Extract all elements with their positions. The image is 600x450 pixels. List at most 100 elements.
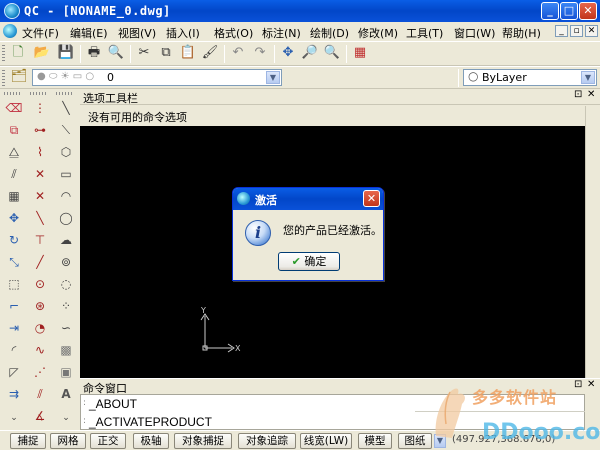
spline-icon[interactable]: ∿ [31,341,49,359]
print-preview-icon[interactable]: 🔍 [106,43,126,63]
redo-icon[interactable]: ↷ [250,43,270,63]
extend-icon[interactable]: ⇥ [5,319,23,337]
xline-icon[interactable]: ⊶ [31,121,49,139]
offset-icon[interactable]: ⫽ [5,165,23,183]
ortho-toggle[interactable]: 正交 [90,433,126,449]
grid-toggle[interactable]: 网格 [50,433,86,449]
snap-toggle[interactable]: 捕捉 [10,433,46,449]
rectangle-icon[interactable]: ▭ [57,165,75,183]
chevron-down-icon[interactable]: ⌄ [57,409,75,427]
mdi-restore-button[interactable]: ▫ [570,25,583,37]
construction-icon[interactable]: ⊤ [31,231,49,249]
menu-help[interactable]: 帮助(H) [502,25,541,41]
document-icon[interactable] [3,24,17,38]
menu-insert[interactable]: 插入(I) [166,25,200,41]
construction-line-icon[interactable]: ⟍ [57,121,75,139]
polar-toggle[interactable]: 极轴 [133,433,169,449]
paste-icon[interactable]: 📋 [178,43,198,63]
toolbar-grip[interactable] [56,92,74,95]
menu-modify[interactable]: 修改(M) [358,25,398,41]
dialog-title-bar[interactable]: 激活 ✕ [233,188,383,210]
erase-icon[interactable]: ⌫ [5,99,23,117]
app-icon[interactable] [4,3,20,19]
new-file-icon[interactable]: 🗋 [8,43,28,63]
toolbar-grip[interactable] [2,70,5,86]
trim-icon[interactable]: ⌐ [5,297,23,315]
mdi-minimize-button[interactable]: _ [555,25,568,37]
revcloud-icon[interactable]: ☁ [57,231,75,249]
minimize-button[interactable]: _ [541,2,559,20]
open-folder-icon[interactable]: 📂 [32,43,52,63]
menu-tools[interactable]: 工具(T) [406,25,443,41]
panel-close-icon[interactable]: ✕ [587,89,595,100]
chevron-down-icon[interactable]: ⌄ [5,409,23,427]
maximize-button[interactable]: □ [560,2,578,20]
fillet-icon[interactable]: ◜ [5,341,23,359]
point-icon[interactable]: ⊙ [31,275,49,293]
panel-restore-icon[interactable]: ⊡ [574,89,582,100]
arc-draw-icon[interactable]: ◠ [57,187,75,205]
layer-manager-icon[interactable]: 🗂 [9,67,29,87]
hatch-icon[interactable]: ▩ [57,341,75,359]
osnap-toggle[interactable]: 对象捕捉 [174,433,232,449]
paper-toggle[interactable]: 图纸 [398,433,432,449]
dialog-close-button[interactable]: ✕ [363,190,380,207]
match-properties-icon[interactable]: 🖌 [200,43,220,63]
stretch-icon[interactable]: ⬚ [5,275,23,293]
menu-window[interactable]: 窗口(W) [454,25,495,41]
otrack-toggle[interactable]: 对象追踪 [238,433,296,449]
ellipse-arc-icon[interactable]: ◌ [57,275,75,293]
undo-icon[interactable]: ↶ [228,43,248,63]
polyline-icon[interactable]: ⌇ [31,143,49,161]
gradient-icon[interactable]: ▣ [57,363,75,381]
chevron-down-icon[interactable]: ▼ [434,434,446,448]
mtext-icon[interactable]: A [57,385,75,403]
intersect-icon[interactable]: ✕ [31,165,49,183]
lineweight-toggle[interactable]: 线宽(LW) [300,433,352,449]
array-icon[interactable]: ▦ [5,187,23,205]
line-icon[interactable]: ⋮ [31,99,49,117]
copy-object-icon[interactable]: ⧉ [5,121,23,139]
close-button[interactable]: ✕ [579,2,597,20]
zoom-window-icon[interactable]: 🔍 [322,43,342,63]
rotate-icon[interactable]: ↻ [5,231,23,249]
diagonal-line-icon[interactable]: ╱ [31,253,49,271]
save-icon[interactable]: 💾 [56,43,76,63]
zoom-realtime-icon[interactable]: 🔎 [300,43,320,63]
menu-view[interactable]: 视图(V) [118,25,156,41]
menu-file[interactable]: 文件(F) [22,25,59,41]
menu-dimension[interactable]: 标注(N) [262,25,301,41]
menu-format[interactable]: 格式(O) [214,25,253,41]
circle-center-icon[interactable]: ⊛ [31,297,49,315]
chevron-down-icon[interactable]: ▼ [266,71,280,84]
ok-button[interactable]: ✔ 确定 [278,252,340,271]
toolbar-grip[interactable] [2,45,5,63]
copy-icon[interactable]: ⧉ [156,43,176,63]
layer-combo[interactable]: ● ⬭ ☀ ▭ ○ 0 ▼ [32,69,282,86]
ellipse-icon[interactable]: ⊚ [57,253,75,271]
line-draw-icon[interactable]: ╲ [57,99,75,117]
polyline-node-icon[interactable]: ⋰ [31,363,49,381]
panel-close-icon[interactable]: ✕ [587,379,595,390]
scale-icon[interactable]: ⤡ [5,253,23,271]
properties-icon[interactable]: ▦ [350,43,370,63]
mdi-close-button[interactable]: ✕ [585,25,598,37]
model-toggle[interactable]: 模型 [358,433,392,449]
cut-icon[interactable]: ✂ [134,43,154,63]
arc-icon[interactable]: ◔ [31,319,49,337]
angle-icon[interactable]: ∡ [31,407,49,425]
vertical-scrollbar[interactable] [585,106,600,378]
circle-icon[interactable]: ◯ [57,209,75,227]
bylayer-combo[interactable]: ○ ByLayer ▼ [463,69,597,86]
make-block-icon[interactable]: ∽ [57,319,75,337]
mirror-icon[interactable]: ⧋ [5,143,23,161]
parallel-icon[interactable]: ⫽ [31,385,49,403]
multiline-icon[interactable]: ✕ [31,187,49,205]
command-window[interactable]: : _ABOUT : _ACTIVATEPRODUCT [80,394,585,430]
panel-restore-icon[interactable]: ⊡ [574,379,582,390]
pan-icon[interactable]: ✥ [278,43,298,63]
toolbar-grip[interactable] [4,92,22,95]
chamfer-icon[interactable]: ◸ [5,363,23,381]
menu-draw[interactable]: 绘制(D) [310,25,349,41]
move-icon[interactable]: ✥ [5,209,23,227]
